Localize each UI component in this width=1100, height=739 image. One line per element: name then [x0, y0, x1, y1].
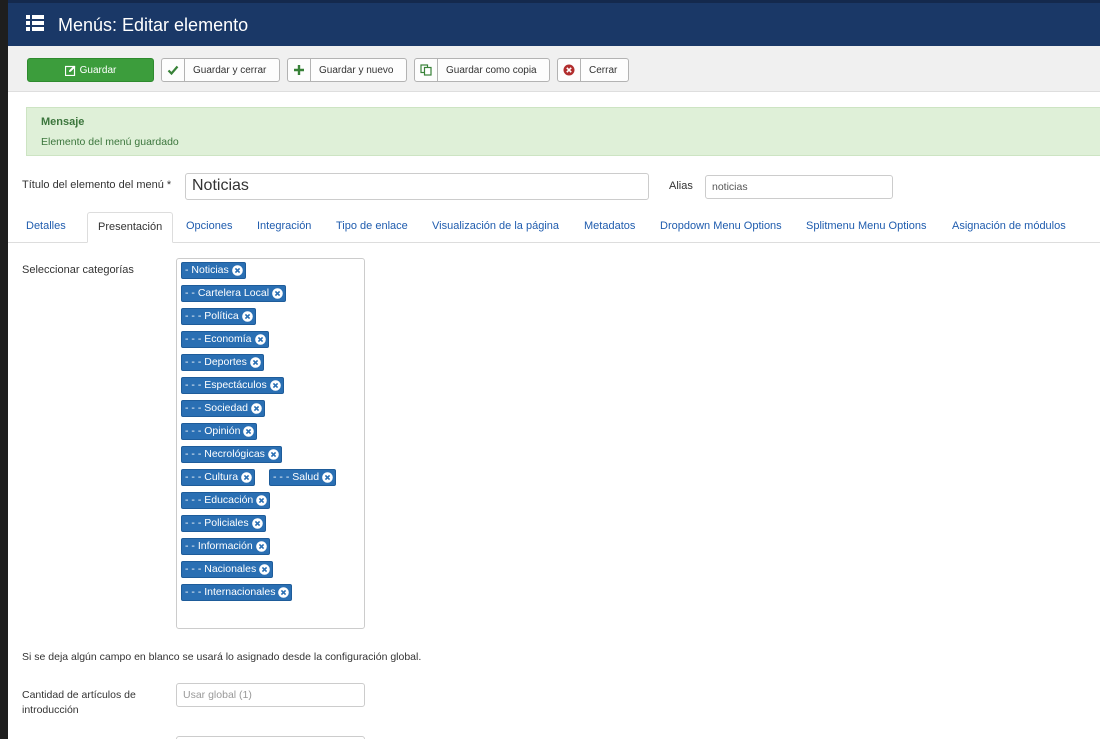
category-tag-label: - - - Cultura [185, 471, 239, 483]
toolbar: Guardar Guardar y cerrar Guardar y nuevo… [8, 46, 1100, 92]
save-copy-button[interactable]: Guardar como copia [414, 58, 550, 82]
global-config-hint: Si se deja algún campo en blanco se usar… [22, 651, 422, 663]
category-tag[interactable]: - - Cartelera Local [181, 285, 287, 302]
category-tag[interactable]: - - - Salud [269, 469, 337, 486]
remove-icon[interactable] [251, 518, 263, 529]
remove-icon[interactable] [278, 587, 290, 598]
remove-icon[interactable] [322, 472, 333, 483]
category-tag[interactable]: - - - Espectáculos [181, 377, 284, 394]
list-icon [26, 14, 44, 32]
category-tag[interactable]: - - - Policiales [181, 515, 266, 532]
category-tag[interactable]: - - - Opinión [181, 423, 258, 440]
check-icon [162, 59, 185, 81]
category-tag[interactable]: - - Información [181, 538, 270, 555]
tab-tipo-enlace[interactable]: Tipo de enlace [336, 220, 408, 232]
save-button-label: Guardar [79, 64, 117, 76]
tab-visualizacion[interactable]: Visualización de la página [432, 220, 559, 232]
copy-icon [415, 59, 438, 81]
category-tag-label: - - - Espectáculos [185, 379, 267, 391]
category-tag[interactable]: - - - Economía [181, 331, 269, 348]
alias-input[interactable]: noticias [705, 175, 893, 199]
category-tag-label: - - - Opinión [185, 425, 241, 437]
remove-icon[interactable] [241, 311, 253, 322]
category-tag-label: - - Información [185, 540, 253, 552]
alias-label: Alias [669, 180, 693, 192]
title-label: Título del elemento del menú * [22, 179, 172, 191]
tab-presentacion[interactable]: Presentación [87, 212, 174, 243]
save-copy-label: Guardar como copia [446, 64, 537, 76]
tab-opciones[interactable]: Opciones [186, 220, 232, 232]
save-button[interactable]: Guardar [27, 58, 154, 82]
category-tag-label: - - - Nacionales [185, 563, 257, 575]
remove-icon[interactable] [241, 472, 252, 483]
category-tag-label: - - Cartelera Local [185, 287, 270, 299]
close-button[interactable]: Cerrar [557, 58, 629, 82]
remove-icon[interactable] [272, 288, 283, 299]
category-tag-label: - - - Policiales [185, 517, 249, 529]
window-left-frame [0, 0, 8, 739]
remove-icon[interactable] [255, 541, 267, 552]
close-label: Cerrar [589, 64, 618, 76]
tab-integracion[interactable]: Integración [257, 220, 311, 232]
tab-dropdown-menu-options[interactable]: Dropdown Menu Options [660, 220, 782, 232]
message-text: Elemento del menú guardado [41, 136, 179, 148]
edit-icon [64, 65, 76, 76]
category-tag[interactable]: - - - Internacionales [181, 584, 293, 601]
category-tag-label: - - - Educación [185, 494, 254, 506]
category-tag[interactable]: - - - Cultura [181, 469, 256, 486]
remove-icon[interactable] [259, 564, 271, 575]
category-tag-label: - - - Internacionales [185, 586, 276, 598]
remove-icon[interactable] [231, 265, 243, 276]
category-tag-label: - - - Salud [273, 471, 320, 483]
remove-icon[interactable] [269, 380, 281, 391]
save-new-button[interactable]: Guardar y nuevo [287, 58, 407, 82]
category-tag[interactable]: - - - Nacionales [181, 561, 274, 578]
tab-bar: Detalles Presentación Opciones Integraci… [8, 212, 1100, 243]
category-tag-label: - - - Sociedad [185, 402, 249, 414]
category-tag[interactable]: - - - Deportes [181, 354, 264, 371]
plus-icon [288, 59, 311, 81]
message-heading: Mensaje [41, 116, 85, 128]
categories-label: Seleccionar categorías [22, 264, 134, 276]
category-tag-label: - - - Política [185, 310, 239, 322]
category-tag[interactable]: - - - Política [181, 308, 256, 325]
category-tag[interactable]: - - - Necrológicas [181, 446, 282, 463]
remove-icon[interactable] [251, 403, 262, 414]
remove-icon[interactable] [254, 334, 266, 345]
tab-metadatos[interactable]: Metadatos [584, 220, 635, 232]
remove-icon[interactable] [250, 357, 261, 368]
cancel-icon [558, 59, 581, 81]
tab-detalles[interactable]: Detalles [26, 220, 66, 232]
remove-icon[interactable] [243, 426, 255, 437]
page-title: Menús: Editar elemento [58, 15, 249, 35]
category-tag[interactable]: - - - Educación [181, 492, 271, 509]
category-tag-label: - Noticias [185, 264, 229, 276]
category-tag-label: - - - Economía [185, 333, 252, 345]
category-tag[interactable]: - - - Sociedad [181, 400, 266, 417]
tab-asignacion-modulos[interactable]: Asignación de módulos [952, 220, 1066, 232]
category-tag-label: - - - Deportes [185, 356, 247, 368]
save-close-label: Guardar y cerrar [193, 64, 267, 76]
title-input[interactable]: Noticias [185, 173, 649, 200]
tab-splitmenu-menu-options[interactable]: Splitmenu Menu Options [806, 220, 926, 232]
success-message: Mensaje Elemento del menú guardado [26, 107, 1100, 156]
intro-count-input[interactable]: Usar global (1) [176, 683, 365, 707]
category-tag[interactable]: - Noticias [181, 262, 246, 279]
save-close-button[interactable]: Guardar y cerrar [161, 58, 280, 82]
page-header: Menús: Editar elemento [8, 0, 1100, 46]
page: Menús: Editar elemento Guardar Guardar y… [8, 0, 1100, 739]
save-new-label: Guardar y nuevo [319, 64, 394, 76]
remove-icon[interactable] [268, 449, 279, 460]
intro-count-label: Cantidad de artículos de introducción [22, 689, 136, 716]
remove-icon[interactable] [256, 495, 268, 506]
category-tag-label: - - - Necrológicas [185, 448, 265, 460]
